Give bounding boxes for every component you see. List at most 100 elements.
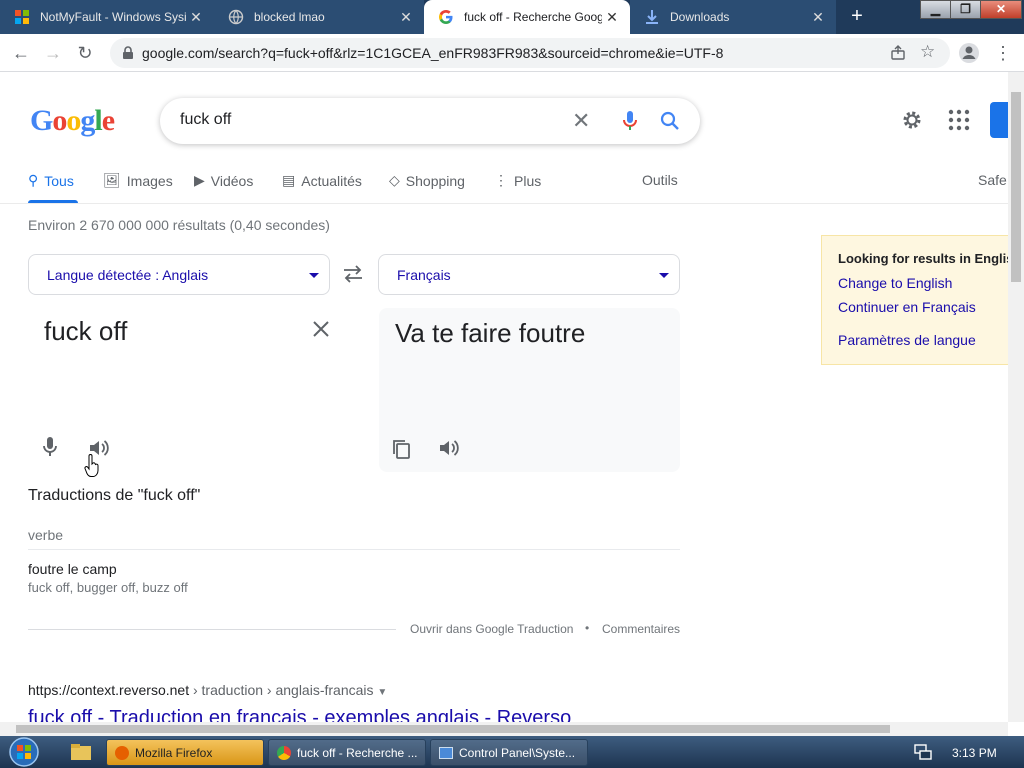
horizontal-scrollbar[interactable] bbox=[0, 722, 1008, 736]
tab-downloads[interactable]: Downloads ✕ bbox=[630, 0, 836, 34]
dropdown-caret-icon bbox=[659, 273, 669, 278]
globe-icon bbox=[228, 9, 244, 25]
profile-avatar-icon[interactable] bbox=[958, 42, 980, 64]
browser-menu-icon[interactable]: ⋮ bbox=[992, 42, 1014, 64]
speaker-icon[interactable] bbox=[438, 438, 460, 458]
download-icon bbox=[646, 10, 658, 24]
scrollbar-thumb[interactable] bbox=[16, 725, 890, 733]
translation-synonyms: fuck off, bugger off, buzz off bbox=[28, 580, 188, 595]
close-icon[interactable]: ✕ bbox=[602, 9, 622, 26]
active-tab-indicator bbox=[28, 200, 78, 203]
tab-videos[interactable]: ▶ Vidéos bbox=[194, 172, 253, 189]
open-in-translate-link[interactable]: Ouvrir dans Google Traduction bbox=[410, 622, 573, 636]
tab-title: NotMyFault - Windows Sysint bbox=[40, 10, 186, 24]
dropdown-caret-icon bbox=[309, 273, 319, 278]
network-icon[interactable] bbox=[914, 744, 932, 760]
tab-google-search[interactable]: fuck off - Recherche Google ✕ bbox=[424, 0, 630, 34]
share-icon[interactable] bbox=[890, 45, 906, 61]
taskbar-label: Mozilla Firefox bbox=[135, 745, 213, 760]
safe-label: Safe bbox=[978, 172, 1007, 188]
close-icon[interactable]: ✕ bbox=[808, 9, 828, 26]
caret-down-icon[interactable]: ▼ bbox=[377, 687, 387, 698]
search-input[interactable]: fuck off bbox=[180, 111, 231, 129]
firefox-icon bbox=[115, 745, 129, 760]
more-vert-icon: ⋮ bbox=[494, 172, 508, 188]
close-icon[interactable]: ✕ bbox=[396, 9, 416, 26]
back-arrow-icon[interactable]: ← bbox=[10, 42, 32, 64]
result-domain: https://context.reverso.net bbox=[28, 682, 190, 698]
feedback-link[interactable]: Commentaires bbox=[602, 622, 680, 636]
search-type-tabs: ⚲ Tous 🖼 Images ▶ Vidéos ▤ Actualités ◇ Shopp… bbox=[0, 166, 1008, 204]
google-g-icon bbox=[439, 10, 453, 24]
news-icon: ▤ bbox=[282, 172, 296, 188]
tab-label: Images bbox=[126, 172, 173, 189]
language-suggestion-card: Looking for results in English? Change t… bbox=[821, 235, 1008, 365]
result-url[interactable]: https://context.reverso.net › traduction… bbox=[28, 682, 387, 698]
card-heading: Looking for results in English? bbox=[838, 251, 1008, 266]
tab-images[interactable]: 🖼 Images bbox=[103, 172, 173, 189]
microphone-icon[interactable] bbox=[622, 110, 638, 132]
url-text: google.com/search?q=fuck+off&rlz=1C1GCEA… bbox=[142, 45, 724, 61]
translations-heading: Traductions de "fuck off" bbox=[28, 487, 201, 504]
tools-label: Outils bbox=[642, 172, 678, 188]
reload-icon[interactable]: ↻ bbox=[74, 42, 96, 64]
browser-toolbar: ← → ↻ google.com/search?q=fuck+off&rlz=1… bbox=[0, 34, 1024, 72]
translation-output-panel: Va te faire foutre bbox=[379, 308, 680, 472]
window-close-button[interactable]: ✕ bbox=[980, 0, 1022, 19]
tab-shopping[interactable]: ◇ Shopping bbox=[389, 172, 465, 189]
forward-arrow-icon[interactable]: → bbox=[42, 42, 64, 64]
vertical-scrollbar[interactable] bbox=[1008, 72, 1024, 722]
source-language-select[interactable]: Langue détectée : Anglais bbox=[28, 254, 330, 295]
language-settings-link[interactable]: Paramètres de langue bbox=[838, 332, 976, 348]
copy-icon[interactable] bbox=[391, 438, 411, 460]
hand-cursor-icon bbox=[84, 454, 99, 477]
restore-button[interactable]: ❐ bbox=[950, 0, 981, 19]
result-stats: Environ 2 670 000 000 résultats (0,40 se… bbox=[28, 217, 330, 233]
gear-icon[interactable] bbox=[900, 108, 924, 132]
tab-title: blocked lmao bbox=[254, 10, 325, 24]
google-logo[interactable]: Google bbox=[30, 104, 115, 138]
minimize-button[interactable]: ▁ bbox=[920, 0, 951, 19]
address-bar[interactable]: google.com/search?q=fuck+off&rlz=1C1GCEA… bbox=[110, 38, 950, 68]
translated-text: Va te faire foutre bbox=[395, 318, 586, 348]
swap-languages-icon[interactable] bbox=[342, 264, 364, 284]
safesearch-link[interactable]: Safe bbox=[978, 172, 1007, 188]
taskbar-firefox[interactable]: Mozilla Firefox bbox=[106, 739, 264, 766]
tab-notmyfault[interactable]: NotMyFault - Windows Sysint ✕ bbox=[0, 0, 214, 34]
clear-search-icon[interactable]: ✕ bbox=[572, 108, 590, 134]
tab-label: Plus bbox=[514, 172, 542, 189]
tab-blocked[interactable]: blocked lmao ✕ bbox=[214, 0, 424, 34]
tab-label: Tous bbox=[44, 172, 74, 189]
file-explorer-icon[interactable] bbox=[70, 743, 92, 761]
close-icon[interactable]: ✕ bbox=[186, 9, 206, 26]
apps-grid-icon[interactable] bbox=[948, 109, 970, 131]
tab-news[interactable]: ▤ Actualités bbox=[282, 172, 362, 189]
control-panel-icon bbox=[439, 746, 453, 759]
target-language-select[interactable]: Français bbox=[378, 254, 680, 295]
scrollbar-thumb[interactable] bbox=[1011, 92, 1021, 282]
continue-french-link[interactable]: Continuer en Français bbox=[838, 299, 976, 315]
taskbar-clock[interactable]: 3:13 PM bbox=[952, 746, 997, 760]
new-tab-button[interactable]: + bbox=[846, 6, 868, 28]
search-box[interactable]: fuck off ✕ bbox=[160, 98, 700, 144]
tab-more[interactable]: ⋮ Plus bbox=[494, 172, 541, 189]
tab-label: Actualités bbox=[301, 172, 362, 189]
change-to-english-link[interactable]: Change to English bbox=[838, 275, 952, 291]
tools-button[interactable]: Outils bbox=[642, 172, 678, 188]
windows-logo-icon bbox=[15, 10, 29, 24]
microphone-icon[interactable] bbox=[42, 436, 58, 458]
bookmark-star-icon[interactable]: ☆ bbox=[920, 42, 935, 62]
lock-icon[interactable] bbox=[122, 46, 134, 60]
source-text-input[interactable]: fuck off bbox=[44, 316, 127, 347]
start-button[interactable] bbox=[4, 736, 44, 768]
image-icon: 🖼 bbox=[103, 172, 121, 188]
divider bbox=[28, 549, 680, 550]
result-breadcrumb: › traduction › anglais-francais bbox=[189, 682, 374, 698]
search-icon: ⚲ bbox=[28, 172, 39, 188]
taskbar-chrome[interactable]: fuck off - Recherche ... bbox=[268, 739, 426, 766]
tab-all[interactable]: ⚲ Tous bbox=[28, 172, 74, 189]
search-icon[interactable] bbox=[660, 111, 680, 131]
taskbar-control-panel[interactable]: Control Panel\Syste... bbox=[430, 739, 588, 766]
clear-source-icon[interactable] bbox=[312, 320, 330, 338]
tab-strip: NotMyFault - Windows Sysint ✕ blocked lm… bbox=[0, 0, 1024, 34]
